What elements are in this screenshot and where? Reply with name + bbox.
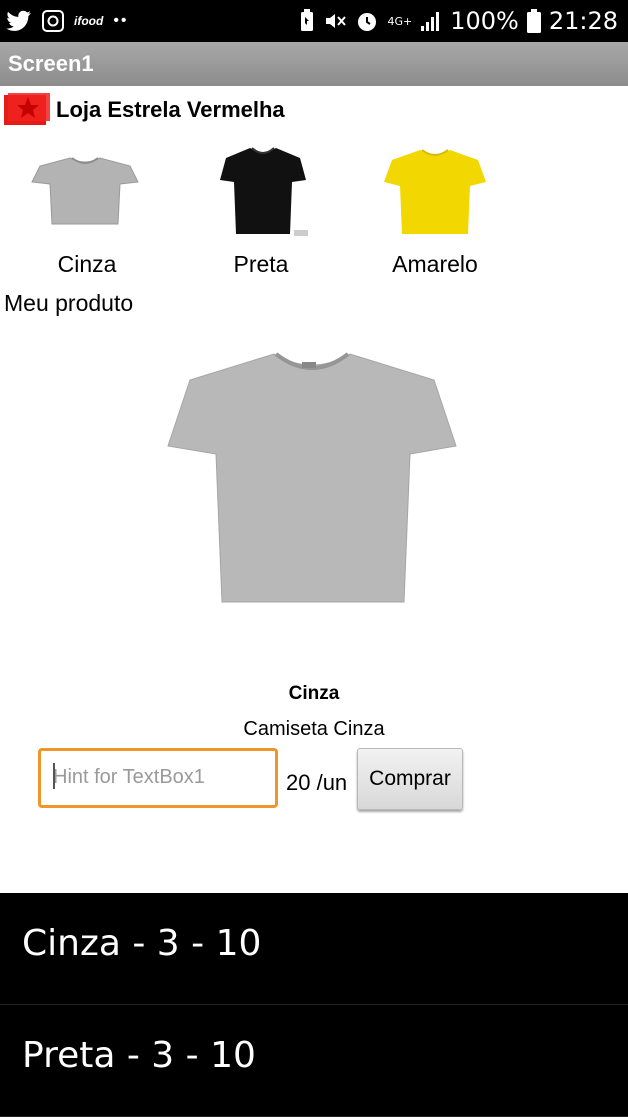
list-item[interactable]: Cinza - 3 - 10 — [0, 893, 628, 1005]
my-product-label: Meu produto — [4, 290, 134, 316]
quantity-input-box[interactable] — [38, 748, 278, 808]
battery-icon — [526, 9, 541, 33]
product-image — [166, 350, 458, 611]
camera-app-icon — [42, 10, 64, 32]
text-caret — [53, 763, 55, 789]
list-item-label: Cinza - 3 - 10 — [22, 923, 262, 964]
option-yellow-image[interactable] — [382, 144, 488, 243]
cart-list[interactable]: Cinza - 3 - 10 Preta - 3 - 10 — [0, 893, 628, 1117]
product-name: Cinza — [288, 683, 340, 704]
screen-title: Screen1 — [8, 51, 94, 76]
gray-tshirt-icon — [31, 157, 139, 225]
option-black-label: Preta — [233, 251, 289, 277]
red-star-flag-icon — [4, 93, 50, 125]
status-bar: ifood •• 4G+ 100% 21:28 — [0, 0, 628, 42]
product-description: Camiseta Cinza — [243, 718, 385, 740]
yellow-tshirt-icon — [384, 149, 486, 234]
list-item[interactable]: Preta - 3 - 10 — [0, 1005, 628, 1117]
option-yellow-label: Amarelo — [392, 251, 478, 277]
title-bar: Screen1 — [0, 42, 628, 86]
mute-icon — [326, 14, 347, 28]
twitter-icon — [6, 10, 32, 31]
unit-price: 20 /un — [286, 770, 348, 795]
store-header: Loja Estrela Vermelha — [4, 92, 285, 128]
status-right: 4G+ 100% 21:28 — [299, 6, 618, 36]
option-gray-label: Cinza — [57, 251, 117, 277]
black-tshirt-icon — [220, 147, 308, 236]
option-black-image[interactable] — [218, 142, 308, 243]
list-item-label: Preta - 3 - 10 — [22, 1035, 256, 1076]
battery-percent: 100% — [450, 7, 519, 35]
status-left-icons: ifood •• — [6, 8, 129, 34]
signal-icon — [421, 12, 440, 31]
alarm-icon — [358, 13, 377, 31]
battery-saver-icon — [301, 9, 314, 31]
store-name: Loja Estrela Vermelha — [56, 97, 285, 122]
more-dots-icon: •• — [113, 12, 129, 29]
gray-tshirt-large-icon — [167, 352, 457, 603]
network-type: 4G+ — [387, 14, 413, 28]
ifood-icon: ifood — [74, 14, 104, 28]
buy-button[interactable]: Comprar — [357, 748, 463, 810]
option-gray-image[interactable] — [30, 150, 140, 235]
quantity-input[interactable] — [53, 759, 263, 795]
clock: 21:28 — [548, 7, 618, 35]
